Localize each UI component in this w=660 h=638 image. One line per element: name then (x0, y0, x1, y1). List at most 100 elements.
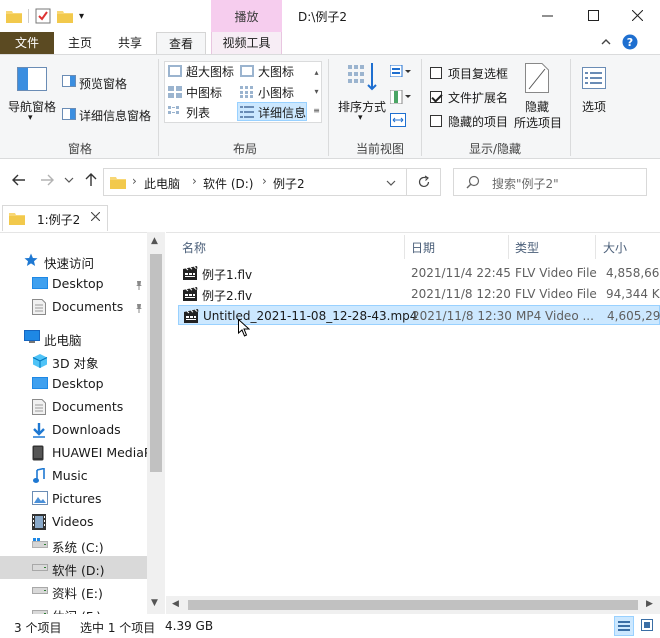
column-header-type[interactable]: 类型 (515, 239, 539, 256)
group-label-panes: 窗格 (67, 142, 92, 156)
breadcrumb-separator[interactable]: › (262, 174, 267, 188)
nav-item[interactable]: Desktop (0, 272, 148, 295)
details-view-toggle[interactable] (614, 616, 634, 636)
nav-item[interactable]: 休闲 (F:) (0, 602, 148, 614)
file-extensions-checkbox[interactable] (430, 91, 442, 106)
tab-video-tools[interactable]: 视频工具 (211, 32, 282, 54)
nav-item[interactable]: Pictures (0, 487, 148, 510)
hide-selected-button[interactable]: 隐藏 (525, 98, 549, 115)
scroll-left-icon[interactable]: ◀ (172, 599, 179, 609)
nav-item[interactable]: HUAWEI MediaP (0, 441, 148, 464)
breadcrumb-separator[interactable]: › (192, 174, 197, 188)
navigation-pane-scrollbar[interactable]: ▲ ▼ (147, 232, 165, 614)
tab-home[interactable]: 主页 (55, 32, 105, 54)
file-row[interactable]: 例子1.flv 2021/11/4 22:45 FLV Video File 4,85… (178, 263, 660, 283)
details-view-icon (240, 106, 254, 118)
tab-view[interactable]: 查看 (156, 32, 206, 55)
properties-check-icon[interactable] (35, 8, 51, 24)
recent-locations-chevron-icon[interactable] (64, 175, 74, 185)
refresh-button[interactable] (407, 168, 441, 196)
column-separator[interactable] (508, 235, 509, 259)
layout-list[interactable]: 列表 (186, 104, 210, 121)
layout-gallery-scroll[interactable]: ▴ ▾ ≡ (311, 63, 322, 121)
scroll-down-icon[interactable]: ▼ (151, 598, 158, 608)
pin-icon[interactable] (134, 278, 144, 293)
file-row[interactable]: 例子2.flv 2021/11/8 12:20 FLV Video File 94,3… (178, 284, 660, 304)
column-separator[interactable] (404, 235, 405, 259)
item-checkboxes-label[interactable]: 项目复选框 (448, 65, 508, 82)
folder-tab-label[interactable]: 1:例子2 (37, 211, 80, 228)
nav-item[interactable]: 3D 对象 (0, 349, 148, 372)
group-by-icon[interactable] (390, 65, 412, 77)
back-arrow-icon[interactable] (12, 173, 26, 187)
add-columns-icon[interactable] (390, 90, 412, 104)
large-icons-view-toggle[interactable] (638, 616, 658, 636)
nav-item[interactable]: Documents (0, 295, 148, 318)
scroll-thumb[interactable] (150, 254, 162, 472)
search-box[interactable]: 搜索"例子2" (453, 168, 647, 196)
title-bar: ▾ 播放 D:\例子2 (0, 0, 660, 32)
breadcrumb-this-pc[interactable]: 此电脑 (144, 175, 180, 192)
pin-icon[interactable] (134, 301, 144, 316)
breadcrumb-folder[interactable]: 例子2 (273, 175, 305, 192)
item-checkboxes-box[interactable] (430, 67, 442, 79)
desktop-folder-icon (32, 276, 48, 293)
layout-small[interactable]: 小图标 (258, 84, 294, 101)
nav-item[interactable]: 快速访问 (0, 249, 148, 272)
help-icon[interactable]: ? (622, 34, 638, 50)
column-header-name[interactable]: 名称 (182, 239, 206, 256)
nav-pane-dropdown-icon[interactable]: ▾ (28, 113, 33, 123)
layout-large[interactable]: 大图标 (258, 63, 294, 80)
file-extensions-label[interactable]: 文件扩展名 (448, 89, 508, 106)
file-extensions-box[interactable] (430, 91, 442, 103)
nav-item[interactable]: Downloads (0, 418, 148, 441)
forward-arrow-icon[interactable] (40, 173, 54, 187)
size-columns-icon[interactable] (390, 113, 406, 127)
nav-item[interactable]: 系统 (C:) (0, 533, 148, 556)
drive-icon (32, 583, 48, 598)
collapse-ribbon-icon[interactable] (600, 36, 612, 48)
nav-item[interactable]: Music (0, 464, 148, 487)
address-bar[interactable]: › 此电脑 › 软件 (D:) › 例子2 (103, 168, 407, 196)
preview-pane-button[interactable]: 预览窗格 (79, 75, 127, 92)
nav-item[interactable]: Documents (0, 395, 148, 418)
breadcrumb-separator[interactable]: › (132, 174, 137, 188)
details-pane-button[interactable]: 详细信息窗格 (79, 107, 151, 124)
nav-item[interactable]: 资料 (E:) (0, 579, 148, 602)
layout-extra-large[interactable]: 超大图标 (186, 63, 234, 80)
folder-tab[interactable]: 1:例子2 (2, 205, 108, 231)
minimize-button[interactable] (524, 0, 570, 30)
address-dropdown-icon[interactable] (386, 178, 396, 188)
tab-file[interactable]: 文件 (0, 32, 54, 54)
qat-dropdown-icon[interactable]: ▾ (79, 11, 84, 22)
options-button[interactable]: 选项 (582, 98, 606, 115)
breadcrumb-drive-d[interactable]: 软件 (D:) (203, 175, 253, 192)
layout-details[interactable]: 详细信息 (258, 104, 306, 121)
hidden-items-label[interactable]: 隐藏的项目 (448, 113, 508, 130)
column-separator[interactable] (595, 235, 596, 259)
nav-item[interactable]: Videos (0, 510, 148, 533)
close-tab-icon[interactable] (91, 212, 100, 221)
close-button[interactable] (614, 0, 660, 30)
layout-medium[interactable]: 中图标 (186, 84, 222, 101)
nav-item[interactable]: 软件 (D:) (0, 556, 148, 579)
scroll-right-icon[interactable]: ▶ (646, 599, 653, 609)
hidden-items-box[interactable] (430, 115, 442, 127)
new-folder-icon[interactable] (57, 9, 73, 23)
hidden-items-checkbox[interactable] (430, 115, 442, 130)
file-row[interactable]: Untitled_2021-11-08_12-28-43.mp4 2021/11/… (178, 305, 660, 325)
nav-item[interactable]: Desktop (0, 372, 148, 395)
scroll-up-icon[interactable]: ▲ (151, 236, 158, 246)
hide-selected-button-line2[interactable]: 所选项目 (514, 114, 562, 131)
item-checkboxes-checkbox[interactable] (430, 67, 442, 82)
column-header-size[interactable]: 大小 (603, 239, 627, 256)
search-placeholder[interactable]: 搜索"例子2" (492, 175, 559, 192)
nav-item[interactable]: 此电脑 (0, 326, 148, 349)
column-header-date[interactable]: 日期 (411, 239, 435, 256)
maximize-button[interactable] (570, 0, 616, 30)
tab-share[interactable]: 共享 (105, 32, 155, 54)
up-arrow-icon[interactable] (84, 173, 98, 187)
sort-by-dropdown-icon[interactable]: ▾ (358, 113, 363, 123)
horizontal-scrollbar[interactable]: ◀ ▶ (166, 596, 660, 614)
horizontal-scroll-thumb[interactable] (188, 600, 638, 610)
